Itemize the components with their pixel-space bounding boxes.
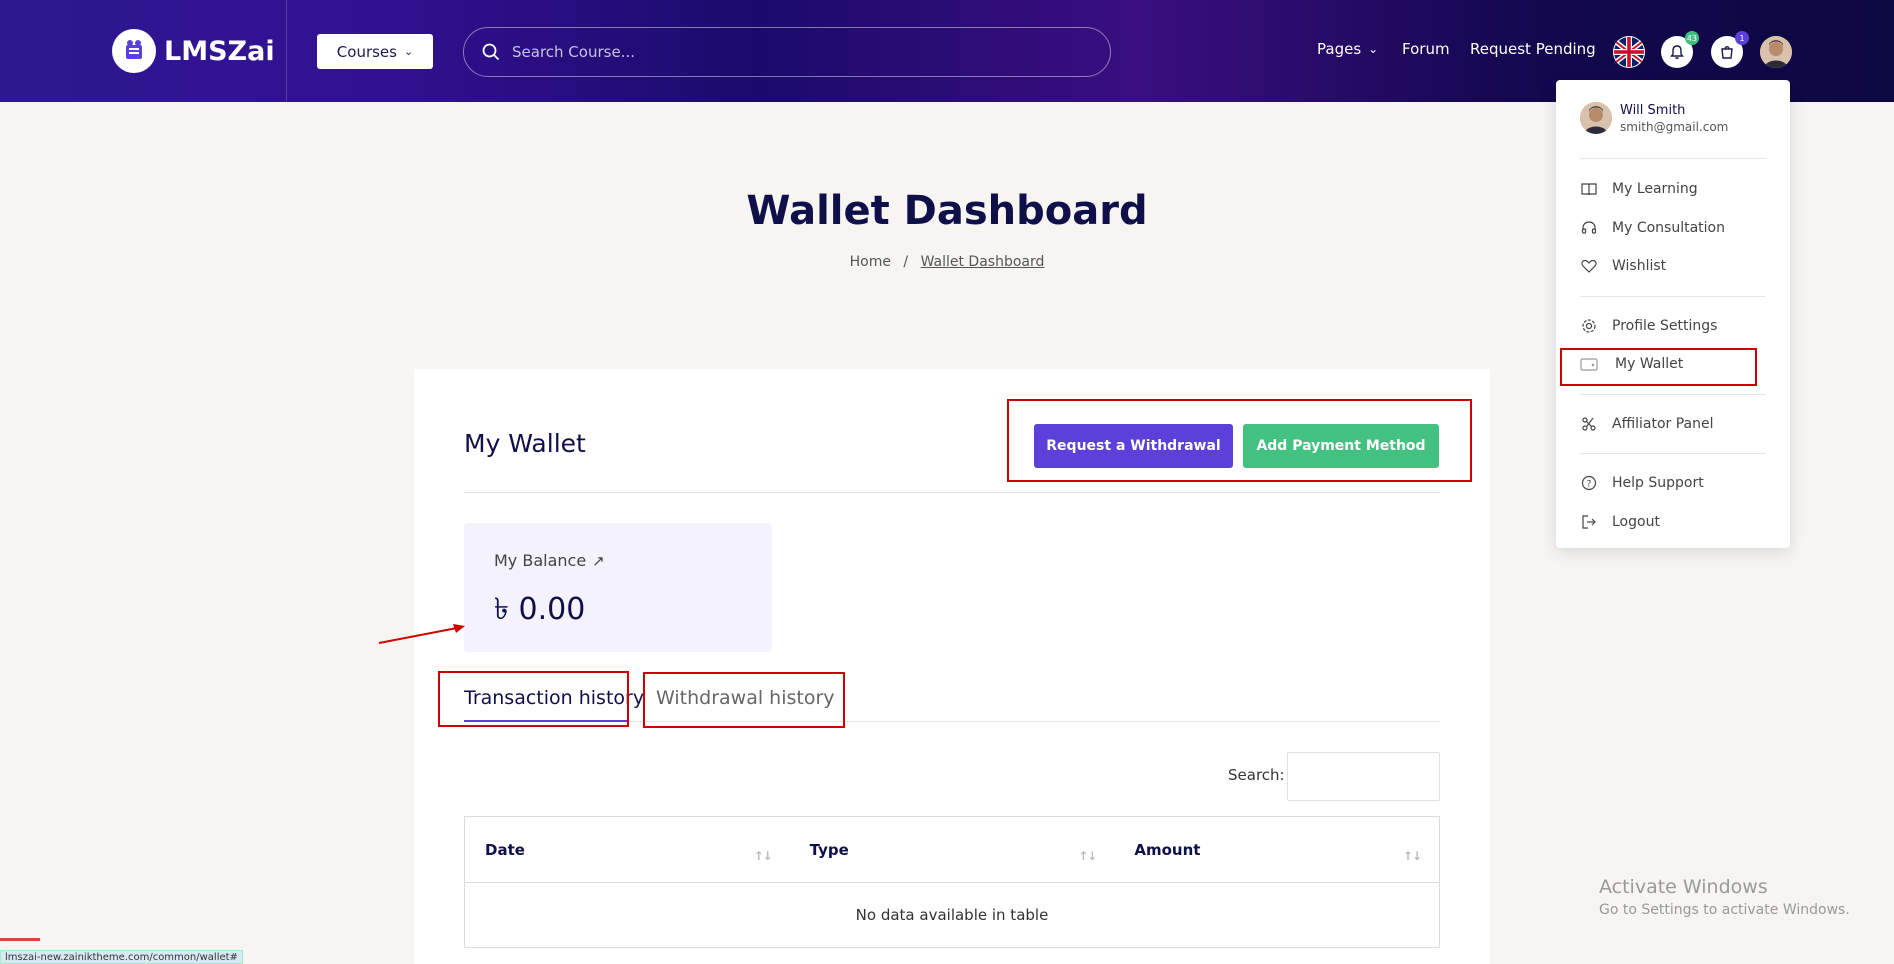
site-logo[interactable]: LMSZai [112, 29, 275, 73]
nav-pages[interactable]: Pages ⌄ [1317, 40, 1378, 58]
activate-subtitle: Go to Settings to activate Windows. [1599, 902, 1850, 918]
nav-request-pending[interactable]: Request Pending [1470, 40, 1596, 58]
menu-item-help-support[interactable]: ? Help Support [1580, 474, 1704, 492]
balance-label: My Balance [494, 551, 587, 570]
menu-item-label: Logout [1612, 514, 1660, 530]
menu-item-label: Help Support [1612, 475, 1704, 491]
nav-pages-label: Pages [1317, 40, 1362, 58]
notification-badge: 43 [1684, 31, 1699, 45]
search-input[interactable] [512, 43, 1072, 61]
nav-forum[interactable]: Forum [1402, 40, 1450, 58]
sort-icon: ↑↓ [753, 849, 773, 863]
logo-text: LMSZai [164, 35, 275, 67]
menu-item-label: Affiliator Panel [1612, 416, 1714, 432]
sort-icon: ↑↓ [1078, 849, 1097, 863]
table-search-input[interactable] [1287, 752, 1440, 801]
user-email: smith@gmail.com [1620, 119, 1729, 134]
request-withdrawal-button[interactable]: Request a Withdrawal [1034, 424, 1233, 468]
svg-text:?: ? [1587, 480, 1592, 490]
menu-item-wishlist[interactable]: Wishlist [1580, 257, 1666, 275]
column-label: Type [809, 841, 849, 859]
avatar [1580, 102, 1612, 134]
divider [1580, 296, 1766, 297]
menu-item-my-learning[interactable]: My Learning [1580, 180, 1698, 198]
column-label: Date [485, 841, 525, 859]
menu-item-label: My Wallet [1615, 356, 1684, 372]
menu-item-logout[interactable]: Logout [1580, 513, 1660, 531]
user-avatar[interactable] [1760, 36, 1792, 68]
logout-icon [1580, 513, 1598, 531]
menu-item-profile-settings[interactable]: Profile Settings [1580, 317, 1717, 335]
transactions-table: Date ↑↓ Type ↑↓ Amount ↑↓ No data availa… [464, 816, 1440, 948]
sort-icon: ↑↓ [1402, 849, 1422, 863]
balance-label-row: My Balance ↗ [494, 551, 605, 570]
user-name: Will Smith [1620, 102, 1686, 118]
cart-icon[interactable]: 1 [1711, 31, 1749, 68]
search-icon [482, 43, 500, 61]
column-header-type[interactable]: Type ↑↓ [790, 817, 1115, 882]
annotation-arrow-icon [379, 624, 465, 644]
dropdown-user-info: Will Smith smith@gmail.com [1580, 102, 1728, 134]
menu-item-affiliator-panel[interactable]: Affiliator Panel [1580, 415, 1714, 433]
menu-item-label: My Learning [1612, 181, 1698, 197]
status-indicator [0, 938, 40, 941]
cart-badge: 1 [1735, 31, 1749, 45]
breadcrumb-home[interactable]: Home [850, 254, 891, 270]
divider [464, 492, 1440, 493]
annotation-box [643, 672, 845, 728]
menu-item-label: Profile Settings [1612, 318, 1718, 334]
heart-icon [1580, 257, 1598, 275]
annotation-box [438, 671, 629, 727]
trend-up-icon: ↗ [592, 551, 605, 570]
chevron-down-icon: ⌄ [403, 45, 414, 58]
activate-title: Activate Windows [1599, 876, 1768, 898]
windows-activation-watermark: Activate Windows Go to Settings to activ… [1599, 876, 1850, 918]
divider [1580, 158, 1766, 159]
table-header: Date ↑↓ Type ↑↓ Amount ↑↓ [465, 817, 1439, 883]
empty-table-message: No data available in table [855, 906, 1049, 924]
header-divider [286, 0, 287, 102]
balance-value: ৳ 0.00 [494, 592, 586, 627]
column-header-amount[interactable]: Amount ↑↓ [1114, 817, 1439, 882]
language-flag-icon[interactable] [1613, 36, 1645, 68]
menu-item-label: Wishlist [1612, 258, 1667, 274]
chevron-down-icon: ⌄ [1368, 42, 1379, 56]
book-icon [1580, 180, 1598, 198]
menu-item-my-consultation[interactable]: My Consultation [1580, 219, 1725, 237]
status-bar-url: lmszai-new.zainiktheme.com/common/wallet… [0, 950, 243, 964]
breadcrumb-current[interactable]: Wallet Dashboard [921, 254, 1045, 270]
user-dropdown-menu: Will Smith smith@gmail.com My Learning M… [1556, 80, 1790, 548]
wallet-icon [1580, 355, 1598, 373]
add-payment-method-button[interactable]: Add Payment Method [1243, 424, 1439, 468]
menu-item-my-wallet[interactable]: My Wallet [1580, 355, 1683, 373]
notification-bell-icon[interactable]: 43 [1661, 31, 1699, 68]
breadcrumb-separator: / [903, 254, 909, 270]
wallet-card: My Wallet Request a Withdrawal Add Payme… [414, 369, 1490, 964]
column-label: Amount [1134, 841, 1201, 859]
divider [1580, 453, 1766, 454]
headset-icon [1580, 219, 1598, 237]
wallet-title: My Wallet [464, 429, 586, 458]
course-search-bar [463, 27, 1111, 77]
courses-label: Courses [336, 42, 397, 61]
logo-icon [112, 29, 156, 73]
table-search-label: Search: [1228, 766, 1285, 784]
menu-item-label: My Consultation [1612, 220, 1725, 236]
affiliate-icon [1580, 415, 1598, 433]
divider [1580, 394, 1766, 395]
balance-box: My Balance ↗ ৳ 0.00 [464, 523, 772, 652]
column-header-date[interactable]: Date ↑↓ [465, 817, 790, 882]
help-icon: ? [1580, 474, 1598, 492]
user-details: Will Smith smith@gmail.com [1620, 103, 1728, 134]
gear-icon [1580, 317, 1598, 335]
courses-dropdown-button[interactable]: Courses ⌄ [317, 34, 433, 69]
